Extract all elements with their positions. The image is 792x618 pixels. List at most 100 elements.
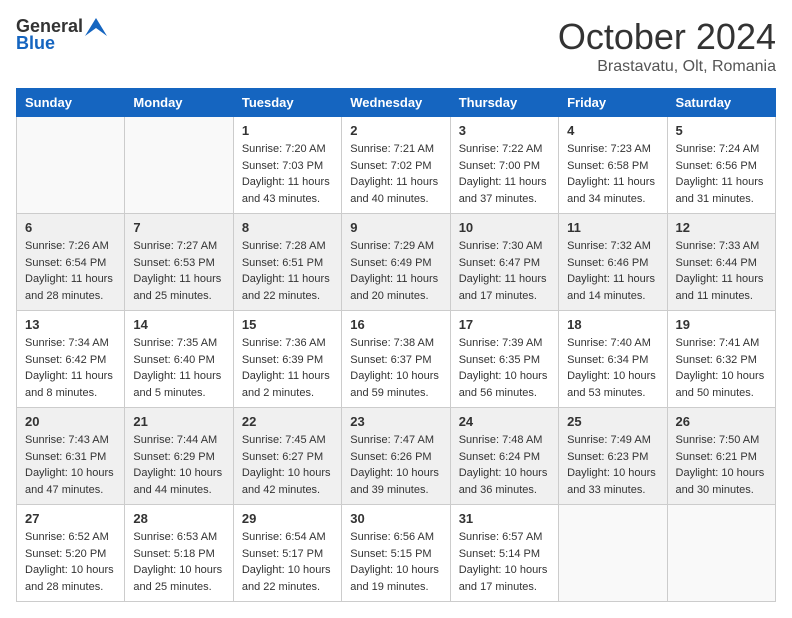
day-number: 24 xyxy=(459,414,550,429)
day-number: 21 xyxy=(133,414,224,429)
calendar-cell: 30Sunrise: 6:56 AMSunset: 5:15 PMDayligh… xyxy=(342,505,450,602)
day-number: 28 xyxy=(133,511,224,526)
calendar-cell: 1 Sunrise: 7:20 AMSunset: 7:03 PMDaylight… xyxy=(233,117,341,214)
calendar-header-row: SundayMondayTuesdayWednesdayThursdayFrid… xyxy=(17,89,776,117)
day-info: Sunrise: 7:23 AMSunset: 6:58 PMDaylight:… xyxy=(567,141,658,207)
day-number: 8 xyxy=(242,220,333,235)
day-info: Sunrise: 6:57 AMSunset: 5:14 PMDaylight:… xyxy=(459,529,550,595)
calendar-cell: 14 Sunrise: 7:35 AMSunset: 6:40 PMDayligh… xyxy=(125,311,233,408)
day-info: Sunrise: 7:28 AMSunset: 6:51 PMDaylight:… xyxy=(242,238,333,304)
day-number: 29 xyxy=(242,511,333,526)
calendar-cell: 17 Sunrise: 7:39 AMSunset: 6:35 PMDayligh… xyxy=(450,311,558,408)
logo-bird-icon xyxy=(85,18,107,36)
calendar-cell: 31 Sunrise: 6:57 AMSunset: 5:14 PMDayligh… xyxy=(450,505,558,602)
day-info: Sunrise: 6:56 AMSunset: 5:15 PMDaylight:… xyxy=(350,529,441,595)
calendar-cell: 2 Sunrise: 7:21 AMSunset: 7:02 PMDaylight… xyxy=(342,117,450,214)
day-info: Sunrise: 7:41 AMSunset: 6:32 PMDaylight:… xyxy=(676,335,767,401)
calendar-cell xyxy=(17,117,125,214)
calendar-cell: 24 Sunrise: 7:48 AMSunset: 6:24 PMDayligh… xyxy=(450,408,558,505)
day-info: Sunrise: 7:33 AMSunset: 6:44 PMDaylight:… xyxy=(676,238,767,304)
calendar-cell: 13Sunrise: 7:34 AMSunset: 6:42 PMDayligh… xyxy=(17,311,125,408)
day-number: 4 xyxy=(567,123,658,138)
calendar-cell: 23Sunrise: 7:47 AMSunset: 6:26 PMDayligh… xyxy=(342,408,450,505)
day-info: Sunrise: 7:47 AMSunset: 6:26 PMDaylight:… xyxy=(350,432,441,498)
day-number: 19 xyxy=(676,317,767,332)
day-info: Sunrise: 7:30 AMSunset: 6:47 PMDaylight:… xyxy=(459,238,550,304)
day-number: 17 xyxy=(459,317,550,332)
day-number: 31 xyxy=(459,511,550,526)
day-info: Sunrise: 7:38 AMSunset: 6:37 PMDaylight:… xyxy=(350,335,441,401)
day-info: Sunrise: 6:52 AMSunset: 5:20 PMDaylight:… xyxy=(25,529,116,595)
day-number: 5 xyxy=(676,123,767,138)
calendar-week-row: 27 Sunrise: 6:52 AMSunset: 5:20 PMDayligh… xyxy=(17,505,776,602)
calendar-cell: 26Sunrise: 7:50 AMSunset: 6:21 PMDayligh… xyxy=(667,408,775,505)
calendar-table: SundayMondayTuesdayWednesdayThursdayFrid… xyxy=(16,88,776,602)
calendar-cell: 29Sunrise: 6:54 AMSunset: 5:17 PMDayligh… xyxy=(233,505,341,602)
day-info: Sunrise: 6:53 AMSunset: 5:18 PMDaylight:… xyxy=(133,529,224,595)
day-number: 18 xyxy=(567,317,658,332)
day-info: Sunrise: 7:45 AMSunset: 6:27 PMDaylight:… xyxy=(242,432,333,498)
day-header-tuesday: Tuesday xyxy=(233,89,341,117)
day-info: Sunrise: 7:44 AMSunset: 6:29 PMDaylight:… xyxy=(133,432,224,498)
calendar-cell: 22 Sunrise: 7:45 AMSunset: 6:27 PMDayligh… xyxy=(233,408,341,505)
day-number: 14 xyxy=(133,317,224,332)
calendar-cell: 5 Sunrise: 7:24 AMSunset: 6:56 PMDaylight… xyxy=(667,117,775,214)
day-info: Sunrise: 7:48 AMSunset: 6:24 PMDaylight:… xyxy=(459,432,550,498)
day-number: 27 xyxy=(25,511,116,526)
day-header-wednesday: Wednesday xyxy=(342,89,450,117)
day-info: Sunrise: 7:49 AMSunset: 6:23 PMDaylight:… xyxy=(567,432,658,498)
day-number: 15 xyxy=(242,317,333,332)
day-number: 20 xyxy=(25,414,116,429)
day-info: Sunrise: 7:27 AMSunset: 6:53 PMDaylight:… xyxy=(133,238,224,304)
calendar-cell: 19 Sunrise: 7:41 AMSunset: 6:32 PMDayligh… xyxy=(667,311,775,408)
day-number: 1 xyxy=(242,123,333,138)
day-number: 3 xyxy=(459,123,550,138)
day-header-friday: Friday xyxy=(559,89,667,117)
day-info: Sunrise: 7:21 AMSunset: 7:02 PMDaylight:… xyxy=(350,141,441,207)
calendar-cell xyxy=(667,505,775,602)
day-number: 12 xyxy=(676,220,767,235)
title-block: October 2024 Brastavatu, Olt, Romania xyxy=(558,16,776,76)
day-info: Sunrise: 7:34 AMSunset: 6:42 PMDaylight:… xyxy=(25,335,116,401)
calendar-cell: 27 Sunrise: 6:52 AMSunset: 5:20 PMDayligh… xyxy=(17,505,125,602)
logo-blue-text: Blue xyxy=(16,33,55,54)
day-info: Sunrise: 7:35 AMSunset: 6:40 PMDaylight:… xyxy=(133,335,224,401)
calendar-cell: 11Sunrise: 7:32 AMSunset: 6:46 PMDayligh… xyxy=(559,214,667,311)
day-number: 26 xyxy=(676,414,767,429)
day-header-monday: Monday xyxy=(125,89,233,117)
day-number: 7 xyxy=(133,220,224,235)
calendar-cell: 10 Sunrise: 7:30 AMSunset: 6:47 PMDayligh… xyxy=(450,214,558,311)
logo: General Blue xyxy=(16,16,107,54)
calendar-cell: 16Sunrise: 7:38 AMSunset: 6:37 PMDayligh… xyxy=(342,311,450,408)
day-info: Sunrise: 7:40 AMSunset: 6:34 PMDaylight:… xyxy=(567,335,658,401)
day-header-sunday: Sunday xyxy=(17,89,125,117)
calendar-week-row: 1 Sunrise: 7:20 AMSunset: 7:03 PMDaylight… xyxy=(17,117,776,214)
day-info: Sunrise: 7:24 AMSunset: 6:56 PMDaylight:… xyxy=(676,141,767,207)
calendar-cell: 18 Sunrise: 7:40 AMSunset: 6:34 PMDayligh… xyxy=(559,311,667,408)
calendar-cell: 8 Sunrise: 7:28 AMSunset: 6:51 PMDaylight… xyxy=(233,214,341,311)
day-number: 22 xyxy=(242,414,333,429)
day-info: Sunrise: 7:39 AMSunset: 6:35 PMDaylight:… xyxy=(459,335,550,401)
day-info: Sunrise: 7:43 AMSunset: 6:31 PMDaylight:… xyxy=(25,432,116,498)
calendar-week-row: 13Sunrise: 7:34 AMSunset: 6:42 PMDayligh… xyxy=(17,311,776,408)
day-info: Sunrise: 7:29 AMSunset: 6:49 PMDaylight:… xyxy=(350,238,441,304)
calendar-cell xyxy=(125,117,233,214)
day-info: Sunrise: 7:32 AMSunset: 6:46 PMDaylight:… xyxy=(567,238,658,304)
day-info: Sunrise: 7:22 AMSunset: 7:00 PMDaylight:… xyxy=(459,141,550,207)
calendar-cell: 25Sunrise: 7:49 AMSunset: 6:23 PMDayligh… xyxy=(559,408,667,505)
calendar-cell xyxy=(559,505,667,602)
calendar-cell: 21 Sunrise: 7:44 AMSunset: 6:29 PMDayligh… xyxy=(125,408,233,505)
day-info: Sunrise: 7:36 AMSunset: 6:39 PMDaylight:… xyxy=(242,335,333,401)
day-info: Sunrise: 7:20 AMSunset: 7:03 PMDaylight:… xyxy=(242,141,333,207)
calendar-cell: 15 Sunrise: 7:36 AMSunset: 6:39 PMDayligh… xyxy=(233,311,341,408)
day-number: 10 xyxy=(459,220,550,235)
calendar-location: Brastavatu, Olt, Romania xyxy=(558,58,776,76)
calendar-cell: 20 Sunrise: 7:43 AMSunset: 6:31 PMDayligh… xyxy=(17,408,125,505)
calendar-cell: 3 Sunrise: 7:22 AMSunset: 7:00 PMDaylight… xyxy=(450,117,558,214)
day-header-saturday: Saturday xyxy=(667,89,775,117)
day-header-thursday: Thursday xyxy=(450,89,558,117)
calendar-cell: 9Sunrise: 7:29 AMSunset: 6:49 PMDaylight… xyxy=(342,214,450,311)
day-number: 2 xyxy=(350,123,441,138)
page-header: General Blue October 2024 Brastavatu, Ol… xyxy=(16,16,776,76)
calendar-cell: 4 Sunrise: 7:23 AMSunset: 6:58 PMDaylight… xyxy=(559,117,667,214)
